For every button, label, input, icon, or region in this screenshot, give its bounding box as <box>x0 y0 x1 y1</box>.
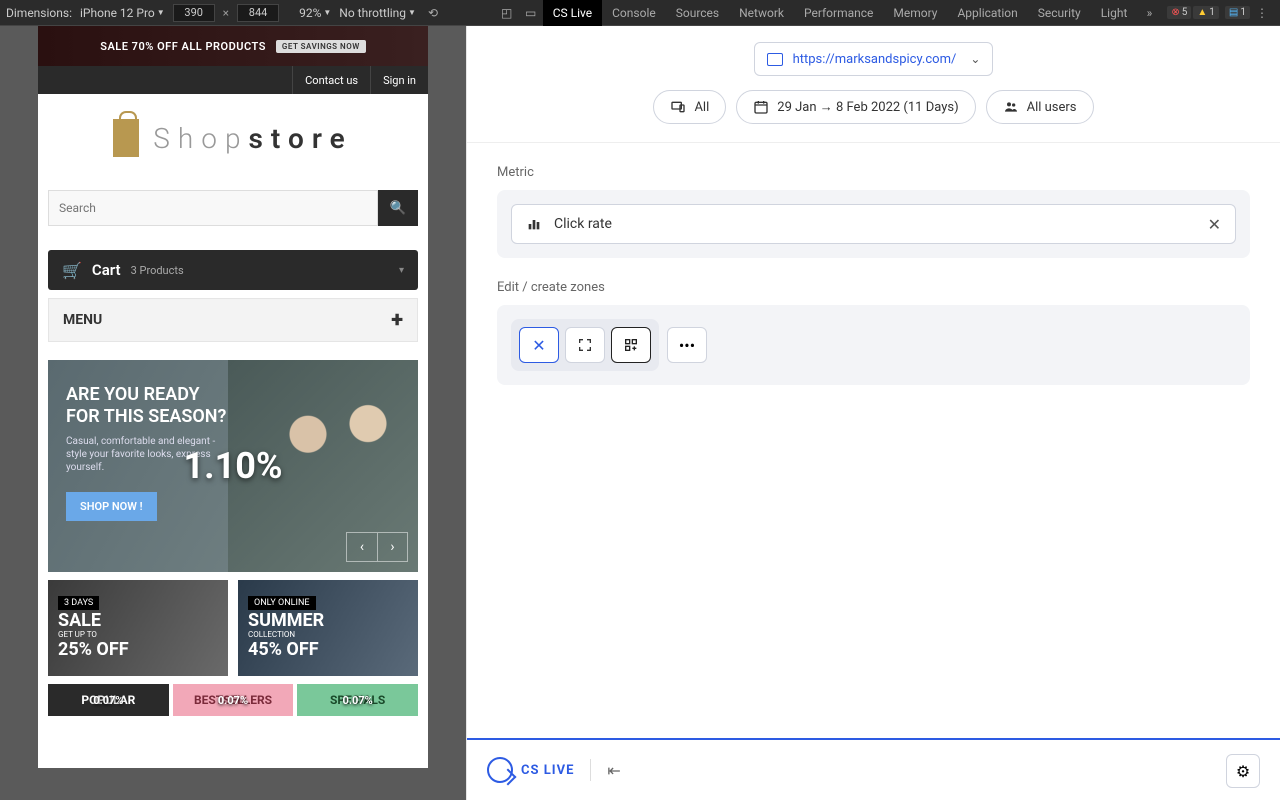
tab-security[interactable]: Security <box>1028 0 1091 26</box>
metric-card: Click rate ✕ <box>497 190 1250 258</box>
chevron-down-icon: ⌄ <box>970 52 980 66</box>
grid-icon <box>623 337 639 353</box>
cart-count: 3 Products <box>131 264 184 277</box>
tab-light[interactable]: Light <box>1091 0 1138 26</box>
cart-title: Cart <box>92 261 121 279</box>
tab-network[interactable]: Network <box>729 0 794 26</box>
zone-overlay-value: 1.10% <box>183 445 282 487</box>
tab-bestsellers[interactable]: BESTSELLERS0.07% <box>173 684 294 716</box>
cslive-logo-icon <box>487 757 513 783</box>
zone-tool-select[interactable] <box>565 327 605 363</box>
device-frame: SALE 70% OFF ALL PRODUCTS GET SAVINGS NO… <box>38 26 428 768</box>
tab-cslive[interactable]: CS Live <box>543 0 602 26</box>
search-button[interactable]: 🔍 <box>378 190 418 226</box>
settings-button[interactable]: ⚙ <box>1226 754 1260 788</box>
product-tabs: POPULAR0.07% BESTSELLERS0.07% SPECIALS0.… <box>48 684 418 716</box>
rotate-icon[interactable]: ⟲ <box>428 6 438 20</box>
calendar-icon <box>753 99 769 115</box>
panel-header: https://marksandspicy.com/ ⌄ All 29 Jan … <box>467 26 1280 143</box>
search-input[interactable] <box>48 190 378 226</box>
top-nav: Contact us Sign in <box>38 66 428 94</box>
carousel-arrows: ‹ › <box>346 532 408 562</box>
cart-bar[interactable]: 🛒 Cart 3 Products ▾ <box>48 250 418 290</box>
zone-tool-close[interactable]: ✕ <box>519 327 559 363</box>
tab-application[interactable]: Application <box>947 0 1027 26</box>
clear-metric-icon[interactable]: ✕ <box>1208 215 1221 234</box>
plus-icon: + <box>391 308 403 333</box>
throttling-dropdown[interactable]: No throttling▼ <box>339 6 416 20</box>
menu-toggle[interactable]: MENU + <box>48 298 418 342</box>
footer-divider <box>590 759 591 781</box>
device-toggle-icon[interactable]: ▭ <box>519 6 543 20</box>
metric-section-label: Metric <box>497 165 1250 180</box>
promo-card-summer[interactable]: ONLY ONLINE SUMMER COLLECTION 45% OFF <box>238 580 418 676</box>
site-logo[interactable]: Shopstore <box>38 94 428 182</box>
hero-cta[interactable]: SHOP NOW ! <box>66 492 157 521</box>
search-icon: 🔍 <box>390 201 407 216</box>
zone-overlay-value: 0.07% <box>218 694 248 707</box>
device-preview-pane: SALE 70% OFF ALL PRODUCTS GET SAVINGS NO… <box>0 26 466 800</box>
promo-banner[interactable]: SALE 70% OFF ALL PRODUCTS GET SAVINGS NO… <box>38 26 428 66</box>
dim-separator: × <box>223 6 229 20</box>
promo-cta[interactable]: GET SAVINGS NOW <box>276 40 366 53</box>
nav-contact[interactable]: Contact us <box>292 66 370 94</box>
zone-overlay-value: 0.07% <box>343 694 373 707</box>
device-filter-pill[interactable]: All <box>653 90 726 124</box>
inspect-icon[interactable]: ◰ <box>495 6 519 20</box>
bar-chart-icon <box>526 216 542 232</box>
message-badge[interactable]: 1 <box>1225 6 1250 19</box>
devtools-toolbar: Dimensions: iPhone 12 Pro▼ × 92%▼ No thr… <box>0 0 1280 26</box>
url-selector[interactable]: https://marksandspicy.com/ ⌄ <box>754 42 994 76</box>
promo-text: SALE 70% OFF ALL PRODUCTS <box>100 40 266 53</box>
tab-overflow-icon[interactable]: » <box>1137 6 1161 20</box>
device-dropdown[interactable]: iPhone 12 Pro▼ <box>80 6 165 20</box>
gear-icon: ⚙ <box>1236 762 1250 781</box>
devtools-menu-icon[interactable]: ⋮ <box>1250 6 1274 20</box>
bag-icon <box>113 119 139 157</box>
dimensions-label: Dimensions: <box>6 6 72 20</box>
url-text: https://marksandspicy.com/ <box>793 52 957 67</box>
metric-name: Click rate <box>554 216 612 232</box>
logo-text: Shopstore <box>153 122 352 155</box>
date-range-pill[interactable]: 29 Jan → 8 Feb 2022 (11 Days) <box>736 90 975 124</box>
tab-sources[interactable]: Sources <box>666 0 729 26</box>
zone-tool-grid[interactable] <box>611 327 651 363</box>
hero-heading: ARE YOU READYFOR THIS SEASON? <box>66 384 400 427</box>
zones-section-label: Edit / create zones <box>497 280 1250 295</box>
close-icon: ✕ <box>532 336 545 355</box>
chevron-down-icon: ▾ <box>399 265 404 276</box>
zone-overlay-value: 0.07% <box>93 694 123 707</box>
zones-card: ✕ ••• <box>497 305 1250 385</box>
tab-console[interactable]: Console <box>602 0 666 26</box>
height-input[interactable] <box>237 4 279 22</box>
hero-banner[interactable]: ARE YOU READYFOR THIS SEASON? Casual, co… <box>48 360 418 572</box>
issue-badges[interactable]: 5 1 <box>1167 6 1219 19</box>
zone-tool-group: ✕ <box>511 319 659 371</box>
zone-more-button[interactable]: ••• <box>667 327 707 363</box>
tab-specials[interactable]: SPECIALS0.07% <box>297 684 418 716</box>
promo-card-sale[interactable]: 3 DAYS SALE GET UP TO 25% OFF <box>48 580 228 676</box>
nav-signin[interactable]: Sign in <box>370 66 428 94</box>
page-icon <box>767 53 783 66</box>
devices-icon <box>670 99 686 115</box>
width-input[interactable] <box>173 4 215 22</box>
users-filter-pill[interactable]: All users <box>986 90 1094 124</box>
metric-selector[interactable]: Click rate ✕ <box>511 204 1236 244</box>
tab-performance[interactable]: Performance <box>794 0 883 26</box>
zoom-dropdown[interactable]: 92%▼ <box>299 6 331 20</box>
carousel-next[interactable]: › <box>377 533 407 561</box>
cart-icon: 🛒 <box>62 261 82 280</box>
search-bar: 🔍 <box>38 182 428 234</box>
tab-popular[interactable]: POPULAR0.07% <box>48 684 169 716</box>
more-icon: ••• <box>679 336 695 355</box>
panel-footer: CS LIVE ⇤ ⚙ <box>467 738 1280 800</box>
menu-label: MENU <box>63 312 102 328</box>
tab-memory[interactable]: Memory <box>883 0 947 26</box>
users-icon <box>1003 99 1019 115</box>
fullscreen-icon <box>577 337 593 353</box>
carousel-prev[interactable]: ‹ <box>347 533 377 561</box>
collapse-panel-button[interactable]: ⇤ <box>607 761 620 780</box>
cslive-logo: CS LIVE <box>487 757 574 783</box>
cslive-panel: https://marksandspicy.com/ ⌄ All 29 Jan … <box>466 26 1280 800</box>
